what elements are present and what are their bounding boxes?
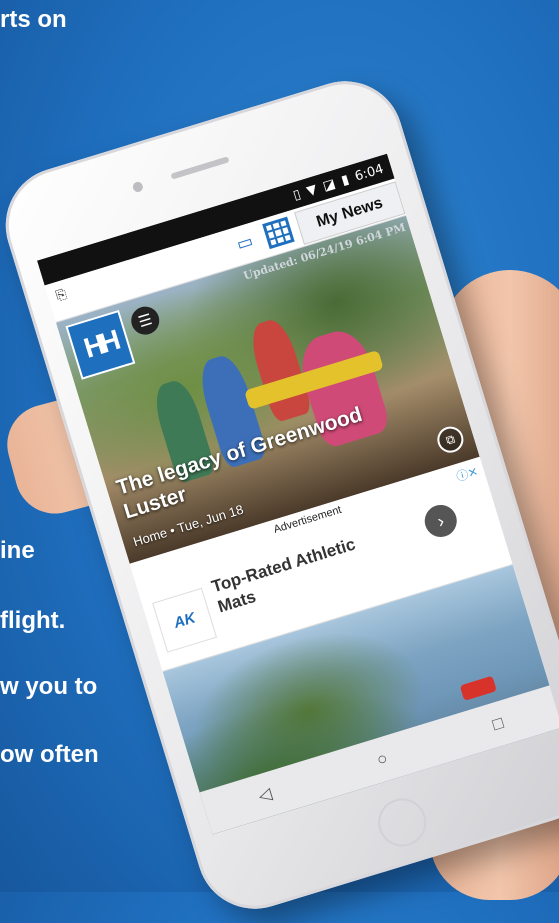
share-icon[interactable]: ⎘ <box>54 286 69 304</box>
story-photo-boat <box>459 675 497 701</box>
vibrate-icon: ▯ <box>291 186 303 204</box>
background-text-line3: w you to <box>0 673 98 700</box>
chevron-right-icon[interactable]: › <box>420 501 461 541</box>
background-text-line2: flight. <box>0 607 66 634</box>
background-text-top: rts on <box>0 6 67 33</box>
recents-icon[interactable]: □ <box>490 713 506 735</box>
grid-view-icon[interactable] <box>262 216 295 250</box>
battery-icon: ▮ <box>339 171 351 189</box>
menu-icon[interactable]: ☰ <box>127 303 163 339</box>
wifi-icon: ▼ <box>304 181 319 199</box>
no-sim-icon: ◪ <box>321 175 338 194</box>
background-text-line4: ow often <box>0 741 99 768</box>
home-icon[interactable]: ○ <box>374 748 390 770</box>
gallery-icon[interactable]: ⧉ <box>434 423 467 456</box>
ad-logo: AK <box>152 587 218 653</box>
cast-icon[interactable]: ▭ <box>234 231 255 255</box>
adchoices-icon[interactable]: ⓘ✕ <box>454 462 480 485</box>
status-time: 6:04 <box>353 161 386 185</box>
back-icon[interactable]: ◁ <box>256 784 274 807</box>
phone-screen: ▯ ▼ ◪ ▮ 6:04 ⎘ ▭ My News HH ☰ Updated: 0… <box>36 153 559 835</box>
site-logo[interactable]: HH <box>65 309 136 380</box>
background-text-line1: ine <box>0 537 35 564</box>
